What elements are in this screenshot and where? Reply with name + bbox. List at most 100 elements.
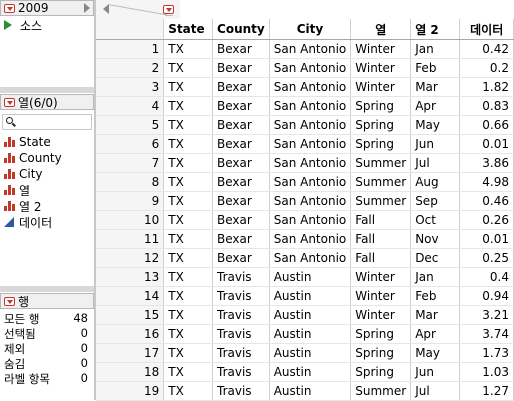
cell-city[interactable]: San Antonio [269, 134, 352, 154]
cell-yeol-2[interactable]: Apr [410, 96, 461, 116]
cell-county[interactable]: Bexar [212, 134, 270, 154]
cell-data[interactable]: 0.25 [459, 248, 514, 268]
cell-county[interactable]: Travis [212, 343, 270, 363]
cell-data[interactable]: 1.82 [459, 77, 514, 97]
cell-city[interactable]: San Antonio [269, 39, 352, 59]
column-item-yeol[interactable]: 열 [0, 182, 94, 198]
cell-yeol[interactable]: Spring [350, 324, 412, 344]
cell-county[interactable]: Travis [212, 305, 270, 325]
row-number[interactable]: 3 [96, 77, 165, 97]
rows-panel-header[interactable]: 행 [0, 293, 94, 309]
cell-yeol-2[interactable]: May [410, 115, 461, 135]
cell-yeol[interactable]: Winter [350, 286, 412, 306]
cell-state[interactable]: TX [163, 229, 214, 249]
column-search-input[interactable] [2, 114, 92, 130]
cell-county[interactable]: Bexar [212, 172, 270, 192]
cell-data[interactable]: 0.26 [459, 210, 514, 230]
cell-state[interactable]: TX [163, 305, 214, 325]
cell-city[interactable]: San Antonio [269, 191, 352, 211]
table-row[interactable]: 13 TX Travis Austin Winter Jan 0.4 [96, 267, 514, 287]
cell-city[interactable]: Austin [269, 305, 352, 325]
cell-state[interactable]: TX [163, 381, 214, 401]
column-item-yeol-2[interactable]: 열 2 [0, 198, 94, 214]
row-number[interactable]: 14 [96, 286, 165, 306]
cell-state[interactable]: TX [163, 172, 214, 192]
cell-yeol[interactable]: Winter [350, 77, 412, 97]
cell-yeol[interactable]: Spring [350, 115, 412, 135]
cell-state[interactable]: TX [163, 324, 214, 344]
cell-county[interactable]: Bexar [212, 39, 270, 59]
table-row[interactable]: 6 TX Bexar San Antonio Spring Jun 0.01 [96, 134, 514, 154]
cell-data[interactable]: 0.01 [459, 134, 514, 154]
table-row[interactable]: 14 TX Travis Austin Winter Feb 0.94 [96, 286, 514, 306]
cell-county[interactable]: Travis [212, 286, 270, 306]
cell-city[interactable]: San Antonio [269, 58, 352, 78]
column-header-yeol[interactable]: 열 [350, 19, 412, 40]
cell-state[interactable]: TX [163, 39, 214, 59]
cell-county[interactable]: Travis [212, 381, 270, 401]
column-header-yeol-2[interactable]: 열 2 [410, 19, 461, 40]
cell-data[interactable]: 0.42 [459, 39, 514, 59]
cell-data[interactable]: 1.73 [459, 343, 514, 363]
table-row[interactable]: 3 TX Bexar San Antonio Winter Mar 1.82 [96, 77, 514, 97]
table-row[interactable]: 18 TX Travis Austin Spring Jun 1.03 [96, 362, 514, 382]
cell-state[interactable]: TX [163, 58, 214, 78]
row-number[interactable]: 16 [96, 324, 165, 344]
column-header-county[interactable]: County [212, 19, 270, 40]
cell-state[interactable]: TX [163, 115, 214, 135]
cell-data[interactable]: 0.2 [459, 58, 514, 78]
columns-menu-button[interactable] [4, 97, 15, 107]
cell-state[interactable]: TX [163, 267, 214, 287]
row-number-header[interactable] [96, 19, 165, 40]
cell-yeol[interactable]: Summer [350, 191, 412, 211]
column-item-city[interactable]: City [0, 166, 94, 182]
column-header-data[interactable]: 데이터 [459, 19, 514, 40]
cell-yeol[interactable]: Summer [350, 153, 412, 173]
cell-state[interactable]: TX [163, 191, 214, 211]
cell-data[interactable]: 3.74 [459, 324, 514, 344]
cell-yeol-2[interactable]: Jun [410, 362, 461, 382]
row-number[interactable]: 18 [96, 362, 165, 382]
panel-divider[interactable] [0, 87, 94, 93]
row-number[interactable]: 2 [96, 58, 165, 78]
table-row[interactable]: 8 TX Bexar San Antonio Summer Aug 4.98 [96, 172, 514, 192]
cell-yeol-2[interactable]: Aug [410, 172, 461, 192]
cell-yeol-2[interactable]: Feb [410, 58, 461, 78]
cell-data[interactable]: 0.01 [459, 229, 514, 249]
column-item-state[interactable]: State [0, 134, 94, 150]
table-row[interactable]: 12 TX Bexar San Antonio Fall Dec 0.25 [96, 248, 514, 268]
cell-yeol-2[interactable]: Mar [410, 305, 461, 325]
cell-yeol[interactable]: Winter [350, 58, 412, 78]
cell-state[interactable]: TX [163, 77, 214, 97]
panel-divider[interactable] [0, 286, 94, 292]
rows-menu-button[interactable] [4, 296, 15, 306]
cell-city[interactable]: Austin [269, 324, 352, 344]
cell-yeol-2[interactable]: Jun [410, 134, 461, 154]
table-row[interactable]: 15 TX Travis Austin Winter Mar 3.21 [96, 305, 514, 325]
cell-city[interactable]: San Antonio [269, 96, 352, 116]
cell-county[interactable]: Bexar [212, 115, 270, 135]
cell-county[interactable]: Bexar [212, 96, 270, 116]
cell-yeol[interactable]: Winter [350, 305, 412, 325]
cell-yeol-2[interactable]: Jul [410, 381, 461, 401]
cell-yeol-2[interactable]: Feb [410, 286, 461, 306]
cell-city[interactable]: San Antonio [269, 77, 352, 97]
table-panel-header[interactable]: 2009 [0, 0, 94, 16]
cell-city[interactable]: San Antonio [269, 248, 352, 268]
table-row[interactable]: 2 TX Bexar San Antonio Winter Feb 0.2 [96, 58, 514, 78]
row-number[interactable]: 13 [96, 267, 165, 287]
column-item-county[interactable]: County [0, 150, 94, 166]
cell-county[interactable]: Bexar [212, 191, 270, 211]
table-row[interactable]: 9 TX Bexar San Antonio Summer Sep 0.46 [96, 191, 514, 211]
row-number[interactable]: 15 [96, 305, 165, 325]
cell-yeol-2[interactable]: Sep [410, 191, 461, 211]
cell-yeol-2[interactable]: Jan [410, 39, 461, 59]
cell-data[interactable]: 0.46 [459, 191, 514, 211]
row-number[interactable]: 5 [96, 115, 165, 135]
cell-yeol-2[interactable]: Apr [410, 324, 461, 344]
cell-city[interactable]: San Antonio [269, 172, 352, 192]
column-menu-button[interactable] [163, 5, 174, 14]
cell-yeol[interactable]: Spring [350, 362, 412, 382]
cell-county[interactable]: Travis [212, 267, 270, 287]
cell-city[interactable]: Austin [269, 381, 352, 401]
